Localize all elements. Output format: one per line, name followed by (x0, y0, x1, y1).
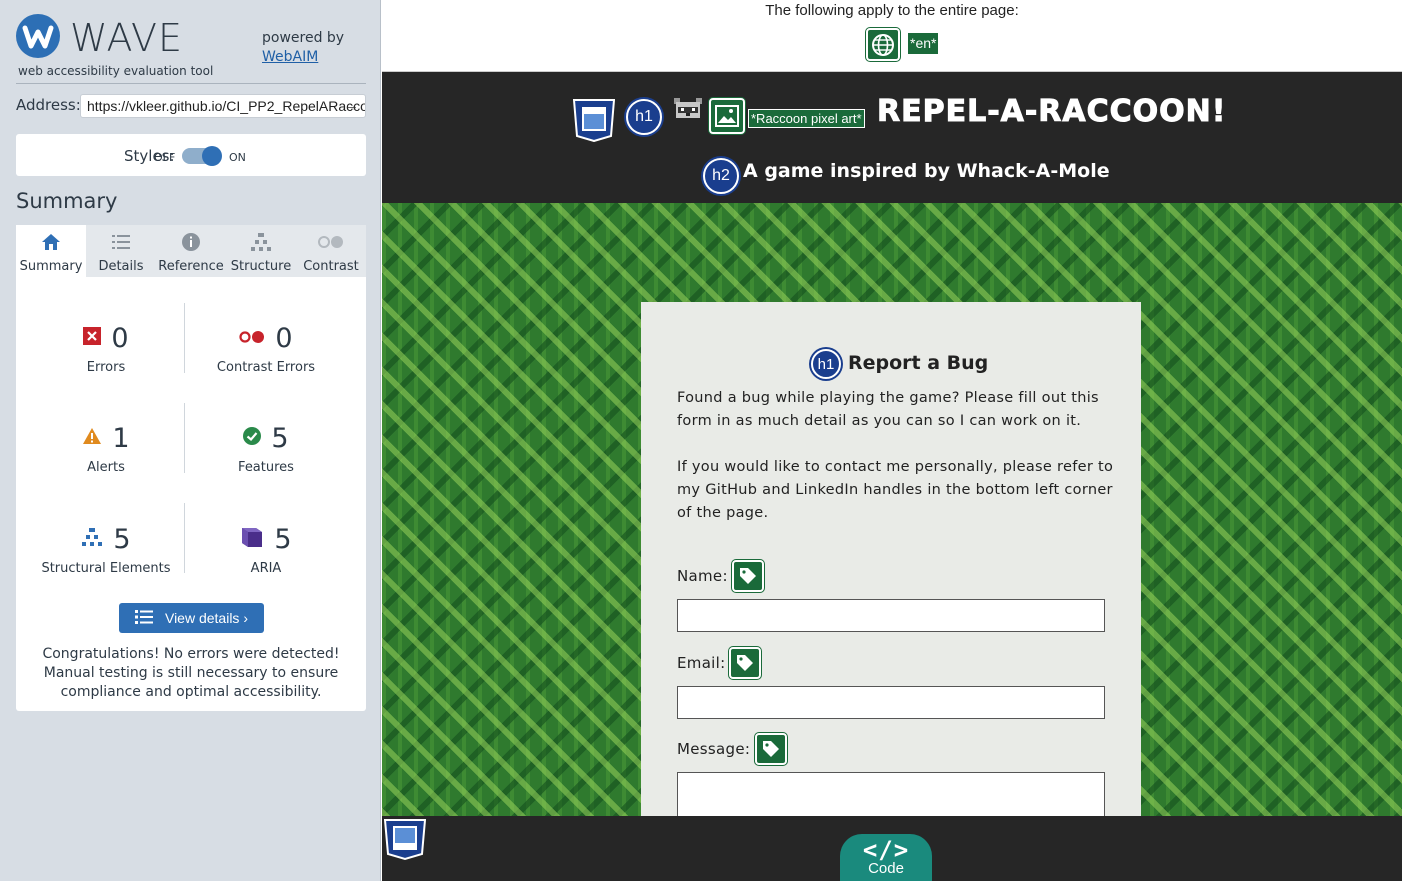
structural-count: 5 (113, 523, 131, 555)
contact-paragraph: If you would like to contact me personal… (677, 459, 1114, 521)
tab-details[interactable]: Details (86, 225, 156, 277)
contrast-icon (296, 231, 366, 253)
aria-cube-icon (240, 525, 264, 553)
features-stat[interactable]: 5 Features (186, 422, 346, 476)
contrast-errors-stat[interactable]: 0 Contrast Errors (186, 322, 346, 376)
feature-check-icon (243, 427, 262, 449)
stat-divider (184, 503, 185, 573)
label-tag-icon[interactable] (755, 733, 787, 765)
summary-panel: Summary Details Reference Structure Cont… (16, 225, 366, 711)
aria-stat[interactable]: 5 ARIA (186, 523, 346, 576)
contrast-error-icon (239, 329, 265, 348)
features-label: Features (238, 460, 294, 475)
alt-text-badge: *Raccoon pixel art* (748, 109, 865, 128)
raccoon-pixel-art (672, 96, 704, 126)
wave-logo-subtitle: web accessibility evaluation tool (18, 64, 214, 78)
wave-logo-icon (16, 14, 60, 58)
page-wide-label: The following apply to the entire page: (765, 2, 1019, 19)
errors-count: 0 (111, 322, 129, 354)
intro-paragraph: Found a bug while playing the game? Plea… (677, 390, 1099, 429)
powered-by: powered by WebAIM (262, 29, 344, 67)
site-title: REPEL-A-RACCOON! (876, 94, 1227, 130)
wave-logo[interactable]: WAVE web accessibility evaluation tool p… (16, 14, 366, 80)
view-details-label: View details › (164, 610, 248, 626)
summary-heading: Summary (16, 189, 118, 213)
alerts-stat[interactable]: 1 Alerts (26, 422, 186, 475)
tab-summary-label: Summary (19, 259, 83, 274)
tab-details-label: Details (98, 259, 144, 274)
aria-label: ARIA (250, 561, 282, 576)
code-toggle-button[interactable]: </> Code (840, 834, 932, 881)
aria-count: 5 (274, 523, 292, 555)
info-icon (156, 231, 226, 253)
styles-toggle[interactable] (182, 146, 222, 166)
contrast-errors-label: Contrast Errors (216, 360, 316, 375)
tab-structure-label: Structure (230, 259, 292, 274)
tab-contrast-label: Contrast (303, 259, 359, 274)
congrats-message: Congratulations! No errors were detected… (42, 646, 340, 700)
tab-reference[interactable]: Reference (156, 225, 226, 277)
image-alt-icon[interactable] (709, 98, 745, 134)
footer-landmark-icon[interactable] (383, 818, 427, 862)
divider (16, 83, 366, 84)
h1-heading-badge[interactable]: h1 (811, 349, 841, 379)
powered-by-text: powered by (262, 30, 345, 46)
structure-icon (81, 527, 103, 551)
alerts-label: Alerts (87, 460, 125, 475)
site-subtitle: A game inspired by Whack-A-Mole (743, 160, 1110, 182)
name-label: Name: (677, 567, 728, 585)
label-tag-icon[interactable] (729, 647, 761, 679)
wave-sidebar: WAVE web accessibility evaluation tool p… (0, 0, 381, 881)
error-icon (83, 327, 102, 349)
stat-divider (184, 303, 185, 373)
tab-summary[interactable]: Summary (16, 225, 86, 277)
view-details-button[interactable]: View details › (119, 603, 264, 633)
site-header: h1 *Raccoon pixel art* REPEL-A-RACCOON! … (382, 72, 1402, 203)
errors-label: Errors (86, 360, 126, 375)
address-input[interactable]: https://vkleer.github.io/CI_PP2_RepelARa… (80, 94, 366, 118)
name-input[interactable] (677, 599, 1105, 632)
page-wide-icons-strip: The following apply to the entire page: … (382, 0, 1402, 72)
webaim-link[interactable]: WebAIM (262, 49, 318, 65)
styles-toggle-card: Styles: OFF ON (16, 134, 366, 176)
label-tag-icon[interactable] (732, 560, 764, 592)
address-label: Address: (16, 96, 81, 114)
report-bug-title: Report a Bug (848, 352, 989, 374)
features-count: 5 (271, 422, 289, 454)
panel-tabs: Summary Details Reference Structure Cont… (16, 225, 366, 277)
language-globe-icon[interactable] (866, 28, 900, 61)
alerts-count: 1 (112, 422, 130, 454)
stat-divider (184, 403, 185, 473)
address-value: https://vkleer.github.io/CI_PP2_RepelARa… (87, 98, 365, 114)
errors-stat[interactable]: 0 Errors (26, 322, 186, 375)
wave-logo-text: WAVE (70, 16, 184, 60)
alert-icon (82, 427, 102, 449)
structural-stat[interactable]: 5 Structural Elements (26, 523, 186, 577)
tab-contrast[interactable]: Contrast (296, 225, 366, 277)
language-badge[interactable]: *en* (908, 33, 939, 54)
email-input[interactable] (677, 686, 1105, 719)
message-label: Message: (677, 740, 751, 758)
toggle-knob (202, 146, 222, 166)
code-label: Code (868, 860, 904, 877)
styles-on-label: ON (229, 151, 246, 164)
h2-heading-badge[interactable]: h2 (703, 158, 739, 194)
bug-report-card: h1 Report a Bug Found a bug while playin… (641, 302, 1141, 832)
home-icon (16, 231, 86, 253)
tab-structure[interactable]: Structure (226, 225, 296, 277)
go-arrow-icon[interactable]: → (344, 97, 359, 114)
styles-off-label: OFF (154, 151, 176, 164)
structural-label: Structural Elements (41, 561, 171, 576)
email-label: Email: (677, 654, 726, 672)
evaluated-page: The following apply to the entire page: … (382, 0, 1402, 881)
structure-icon (226, 231, 296, 253)
list-icon (134, 609, 153, 628)
header-landmark-icon[interactable] (572, 98, 616, 143)
tab-reference-label: Reference (158, 259, 224, 274)
list-icon (86, 231, 156, 253)
h1-heading-badge[interactable]: h1 (626, 99, 662, 135)
contrast-errors-count: 0 (275, 322, 293, 354)
